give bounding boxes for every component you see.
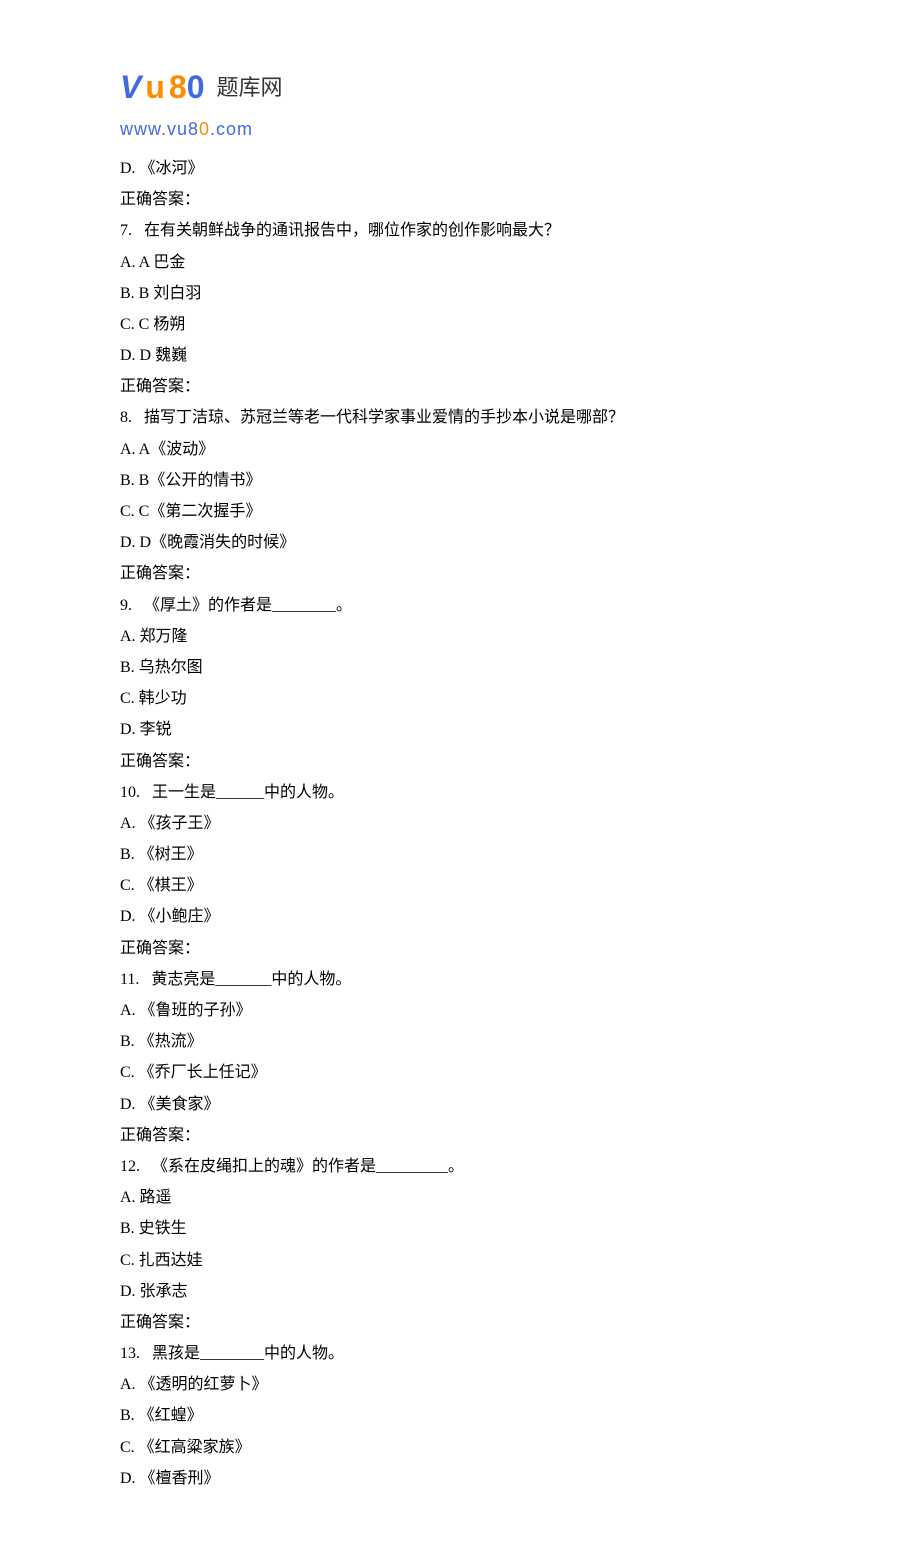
option-b: B. 史铁生: [120, 1213, 800, 1244]
logo-letter-u: u: [145, 60, 165, 114]
question-number: 12.: [120, 1158, 140, 1175]
option-c: C. 韩少功: [120, 683, 800, 714]
question-number: 13.: [120, 1345, 140, 1362]
question-8: 8. 描写丁洁琼、苏冠兰等老一代科学家事业爱情的手抄本小说是哪部？: [120, 402, 800, 433]
question-text: 在有关朝鲜战争的通讯报告中，哪位作家的创作影响最大？: [144, 222, 560, 239]
option-d: D. 《美食家》: [120, 1089, 800, 1120]
answer-label: 正确答案：: [120, 1307, 800, 1338]
answer-label: 正确答案：: [120, 746, 800, 777]
option-b: B. 《红蝗》: [120, 1400, 800, 1431]
logo-letter-v: V: [120, 60, 141, 114]
option-c: C. 扎西达娃: [120, 1245, 800, 1276]
option-a: A. 郑万隆: [120, 621, 800, 652]
option-c: C. 《棋王》: [120, 870, 800, 901]
option-a: A. 《透明的红萝卜》: [120, 1369, 800, 1400]
logo-url: www.vu80.com: [120, 114, 800, 145]
option-a: A. 《孩子王》: [120, 808, 800, 839]
option-c: C. C《第二次握手》: [120, 496, 800, 527]
leading-option-d: D. 《冰河》: [120, 153, 800, 184]
option-d: D. D《晚霞消失的时候》: [120, 527, 800, 558]
logo-top-row: Vu80 题库网: [120, 60, 800, 114]
option-d: D. D 魏巍: [120, 340, 800, 371]
option-a: A. A《波动》: [120, 434, 800, 465]
option-d: D. 李锐: [120, 714, 800, 745]
option-d: D. 张承志: [120, 1276, 800, 1307]
question-9: 9. 《厚土》的作者是________。: [120, 590, 800, 621]
answer-label: 正确答案：: [120, 933, 800, 964]
question-number: 9.: [120, 597, 132, 614]
option-c: C. C 杨朔: [120, 309, 800, 340]
question-text: 黑孩是________中的人物。: [152, 1345, 344, 1362]
question-11: 11. 黄志亮是_______中的人物。: [120, 964, 800, 995]
question-text: 黄志亮是_______中的人物。: [151, 971, 351, 988]
answer-label: 正确答案：: [120, 371, 800, 402]
question-text: 描写丁洁琼、苏冠兰等老一代科学家事业爱情的手抄本小说是哪部？: [144, 409, 624, 426]
question-12: 12. 《系在皮绳扣上的魂》的作者是_________。: [120, 1151, 800, 1182]
option-b: B. B 刘白羽: [120, 278, 800, 309]
document-content: D. 《冰河》 正确答案： 7. 在有关朝鲜战争的通讯报告中，哪位作家的创作影响…: [120, 153, 800, 1494]
option-b: B. 《树王》: [120, 839, 800, 870]
question-7: 7. 在有关朝鲜战争的通讯报告中，哪位作家的创作影响最大？: [120, 215, 800, 246]
site-logo: Vu80 题库网 www.vu80.com: [120, 60, 800, 145]
option-a: A. A 巴金: [120, 247, 800, 278]
answer-label: 正确答案：: [120, 558, 800, 589]
question-number: 8.: [120, 409, 132, 426]
option-a: A. 《鲁班的子孙》: [120, 995, 800, 1026]
question-number: 10.: [120, 784, 140, 801]
question-10: 10. 王一生是______中的人物。: [120, 777, 800, 808]
question-text: 《系在皮绳扣上的魂》的作者是_________。: [152, 1158, 464, 1175]
option-b: B. 《热流》: [120, 1026, 800, 1057]
question-number: 7.: [120, 222, 132, 239]
option-b: B. B《公开的情书》: [120, 465, 800, 496]
question-13: 13. 黑孩是________中的人物。: [120, 1338, 800, 1369]
question-number: 11.: [120, 971, 139, 988]
option-d: D. 《檀香刑》: [120, 1463, 800, 1494]
option-d: D. 《小鲍庄》: [120, 901, 800, 932]
option-c: C. 《红高粱家族》: [120, 1432, 800, 1463]
answer-label: 正确答案：: [120, 1120, 800, 1151]
option-b: B. 乌热尔图: [120, 652, 800, 683]
logo-number-8: 80: [169, 60, 205, 114]
leading-answer-label: 正确答案：: [120, 184, 800, 215]
logo-cn-text: 题库网: [216, 69, 282, 106]
option-a: A. 路遥: [120, 1182, 800, 1213]
option-c: C. 《乔厂长上任记》: [120, 1057, 800, 1088]
question-text: 《厚土》的作者是________。: [144, 597, 352, 614]
question-text: 王一生是______中的人物。: [152, 784, 344, 801]
